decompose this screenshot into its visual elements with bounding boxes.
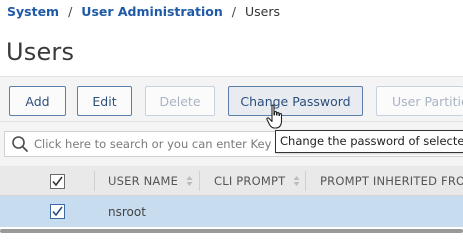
hand-cursor-icon [266, 104, 283, 129]
sort-icon [186, 176, 193, 186]
edit-button[interactable]: Edit [77, 86, 132, 116]
column-header-user-name[interactable]: USER NAME [108, 166, 193, 196]
sort-icon [293, 176, 300, 186]
column-header-prompt-inherited-from[interactable]: PROMPT INHERITED FROM [320, 166, 463, 196]
column-label: CLI PROMPT [214, 174, 286, 188]
breadcrumb-user-administration[interactable]: User Administration [81, 4, 222, 19]
add-button[interactable]: Add [9, 86, 66, 116]
search-icon [12, 136, 28, 152]
column-label: USER NAME [108, 174, 179, 188]
page-title: Users [6, 38, 75, 66]
breadcrumb-separator: / [68, 4, 73, 19]
column-header-cli-prompt[interactable]: CLI PROMPT [214, 166, 300, 196]
breadcrumb-separator: / [231, 4, 236, 19]
delete-button[interactable]: Delete [145, 86, 215, 116]
horizontal-scrollbar[interactable] [0, 229, 463, 233]
user-partitions-button[interactable]: User Partitio [376, 86, 463, 116]
toolbar: Add Edit Delete Change Password User Par… [0, 76, 463, 122]
breadcrumb: System / User Administration / Users [7, 4, 280, 19]
change-password-button[interactable]: Change Password [228, 86, 363, 116]
check-icon [52, 206, 63, 217]
breadcrumb-current: Users [244, 4, 280, 19]
select-all-checkbox[interactable] [50, 174, 65, 189]
row-checkbox[interactable] [50, 204, 65, 219]
column-divider [94, 171, 95, 191]
column-divider [305, 171, 306, 191]
breadcrumb-system[interactable]: System [7, 4, 59, 19]
check-icon [52, 176, 63, 187]
column-divider [199, 171, 200, 191]
cell-user-name: nsroot [108, 204, 146, 219]
table-header: USER NAME CLI PROMPT PROMPT INHERITED FR… [0, 166, 463, 196]
table-row[interactable]: nsroot [0, 196, 463, 227]
change-password-tooltip: Change the password of selected sy [275, 130, 463, 153]
column-label: PROMPT INHERITED FROM [320, 174, 463, 188]
